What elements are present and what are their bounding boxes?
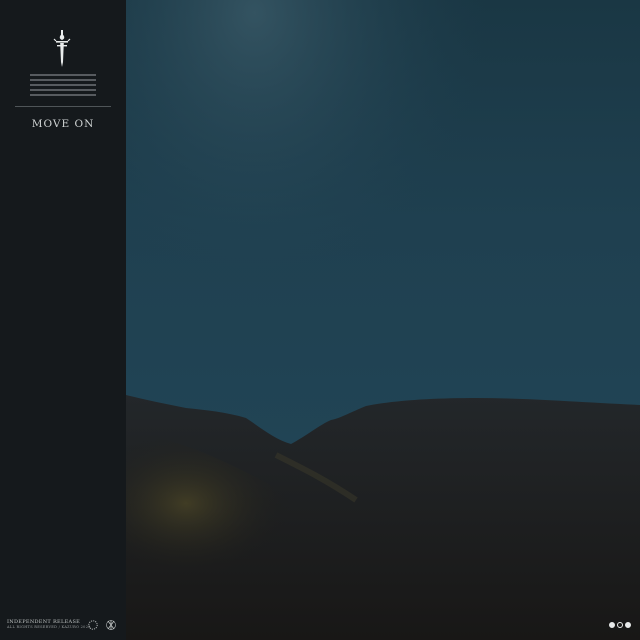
dot-1: [609, 622, 615, 628]
dotted-circle-icon: [88, 620, 98, 630]
footer: INDEPENDENT RELEASE ALL RIGHTS RESERVED …: [7, 619, 122, 635]
album-title: MOVE ON: [31, 118, 95, 130]
pagination-dots: [609, 622, 631, 628]
dagger-emblem-icon: [53, 30, 71, 67]
monogram-icon: [106, 620, 116, 630]
landscape-photo: [126, 0, 640, 640]
divider: [15, 106, 111, 107]
album-cover: MOVE ON INDEPENDENT RELEASE ALL RIGHTS R…: [0, 0, 640, 640]
sidebar-panel: MOVE ON INDEPENDENT RELEASE ALL RIGHTS R…: [0, 0, 126, 640]
dot-2: [617, 622, 623, 628]
dot-3: [625, 622, 631, 628]
fineprint-lines: [30, 74, 96, 96]
